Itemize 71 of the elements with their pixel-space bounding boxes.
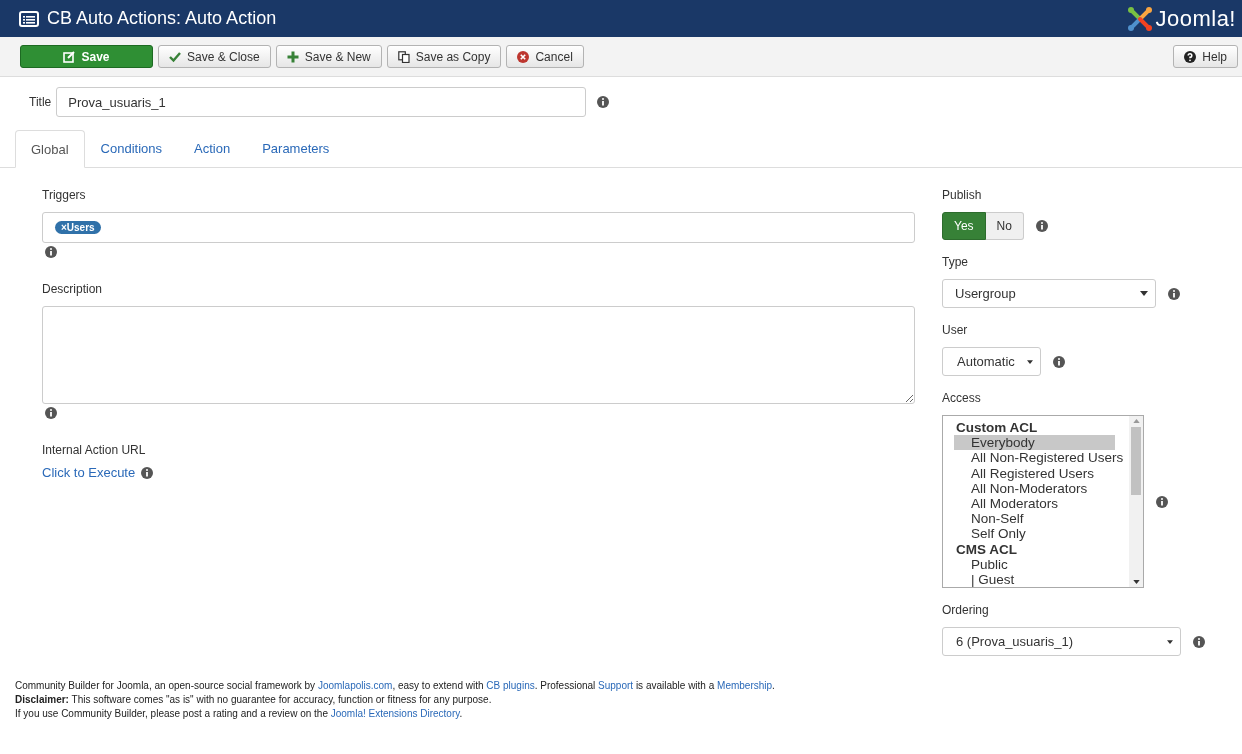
toolbar-button[interactable]: Cancel <box>506 45 584 68</box>
info-icon <box>1053 355 1065 368</box>
toolbar-button[interactable]: Save & Close <box>158 45 271 68</box>
list-icon <box>19 10 39 27</box>
tab[interactable]: Action <box>178 130 247 167</box>
field-label: Internal Action URL <box>42 443 146 457</box>
list-option[interactable]: Public <box>954 556 1129 573</box>
scroll-down-icon[interactable] <box>1132 580 1140 584</box>
tab[interactable]: Conditions <box>84 130 178 167</box>
caret-icon <box>1140 291 1148 296</box>
field-label: User <box>942 323 968 337</box>
caret-icon <box>1167 639 1173 644</box>
toggle-option[interactable]: Yes <box>942 212 986 240</box>
list-option[interactable]: Self Only <box>954 526 1129 542</box>
access-listbox[interactable]: Custom ACL Everybody All Non-Registered Users All Registered Users All Non-Moderators All Moderators Non-Self Self Only CMS ACL Public | Guest <box>942 415 1144 588</box>
tab[interactable]: Parameters <box>246 130 346 167</box>
info-icon <box>45 407 57 419</box>
info-icon <box>141 466 154 479</box>
field-label: Access <box>942 391 981 405</box>
plus-icon <box>286 50 299 63</box>
option-group-label: Custom ACL <box>955 420 1039 436</box>
cancel-icon <box>517 50 530 63</box>
help-button[interactable]: Help <box>1173 45 1238 68</box>
type-dropdown[interactable]: Usergroup <box>942 279 1156 308</box>
footer-text: Disclaimer: This software comes "as is" with no guarantee for accuracy, function or fitness for any purpose. <box>15 693 492 707</box>
field-label: Type <box>942 255 968 269</box>
list-option[interactable]: All Registered Users <box>954 465 1129 481</box>
caret-icon <box>1027 359 1033 364</box>
info-icon <box>1156 495 1168 508</box>
footer-link[interactable]: Support <box>598 680 634 691</box>
field-label: Triggers <box>42 188 86 202</box>
info-icon <box>1035 220 1048 232</box>
toggle-option[interactable]: No <box>985 212 1024 240</box>
list-option[interactable]: All Non-Registered Users <box>954 450 1129 466</box>
ordering-dropdown[interactable]: 6 (Prova_usuaris_1) <box>942 627 1181 656</box>
logo-icon <box>1127 5 1154 32</box>
toolbar-button[interactable]: Save as Copy <box>386 45 502 68</box>
toolbar-button[interactable]: Save & New <box>275 45 382 68</box>
tag[interactable]: ×Users <box>55 221 101 234</box>
info-icon <box>597 96 610 108</box>
footer-text: Community Builder for Joomla, an open-source social framework by Joomlapolis.com, easy to extend with CB plugins. Professional Support is available with a Membership. <box>15 679 775 693</box>
title-label: Title <box>29 95 52 109</box>
title-field[interactable]: Prova_usuaris_1 <box>56 87 587 117</box>
execute-link[interactable]: Click to Execute <box>42 465 136 480</box>
toolbar-button[interactable]: Save <box>20 45 153 68</box>
field-label: Ordering <box>942 603 989 617</box>
triggers-field[interactable]: ×Users <box>42 212 915 243</box>
scroll-up-icon[interactable] <box>1132 419 1140 423</box>
help-icon <box>1184 50 1197 63</box>
tab[interactable]: Global <box>15 130 85 168</box>
info-icon <box>45 246 57 258</box>
list-option[interactable]: All Moderators <box>954 496 1129 512</box>
field-label: Description <box>42 282 103 296</box>
page-title: CB Auto Actions: Auto Action <box>47 8 277 29</box>
edit-icon <box>63 50 76 63</box>
list-option[interactable]: | Guest <box>954 572 1129 587</box>
check-icon <box>169 50 181 63</box>
logo-text: Joomla! <box>1155 5 1236 32</box>
scrollbar[interactable] <box>1129 416 1143 587</box>
copy-icon <box>397 50 410 63</box>
description-field[interactable] <box>42 306 915 404</box>
info-icon <box>1168 287 1180 300</box>
list-option[interactable]: All Non-Moderators <box>954 480 1129 496</box>
list-option[interactable]: Everybody <box>954 435 1115 451</box>
option-group-label: CMS ACL <box>955 541 1018 557</box>
info-icon <box>1193 635 1205 648</box>
user-dropdown[interactable]: Automatic <box>942 347 1041 376</box>
footer-link[interactable]: CB plugins <box>486 680 535 691</box>
list-option[interactable]: Non-Self <box>954 511 1129 527</box>
footer-text: If you use Community Builder, please post a rating and a review on the Joomla! Extensions Directory. <box>15 707 463 721</box>
field-label: Publish <box>942 188 982 202</box>
